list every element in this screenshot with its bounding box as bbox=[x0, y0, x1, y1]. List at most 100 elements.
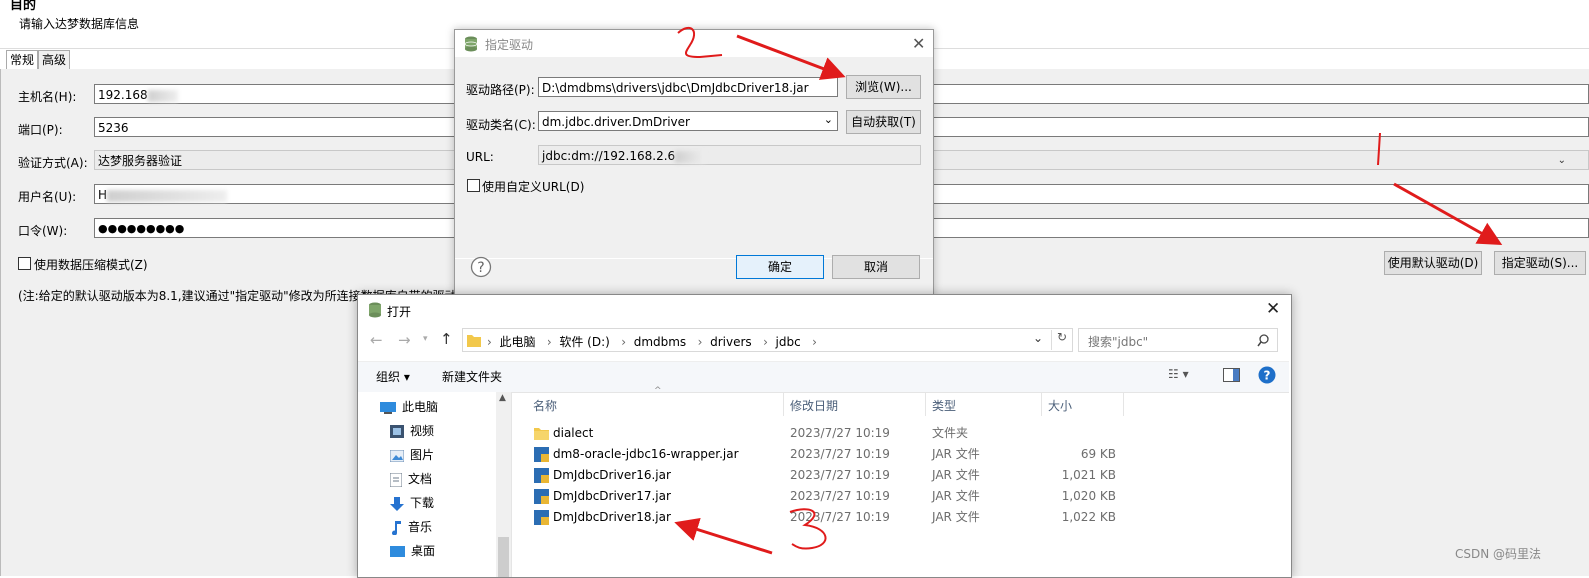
tree-item-videos[interactable]: 视频 bbox=[390, 419, 434, 443]
chevron-down-icon[interactable]: ⌄ bbox=[1033, 331, 1043, 345]
file-size: 1,021 KB bbox=[1061, 468, 1116, 482]
svg-text:?: ? bbox=[1264, 369, 1271, 383]
column-date[interactable]: 修改日期 bbox=[790, 397, 838, 414]
tree-item-music[interactable]: 音乐 bbox=[390, 515, 432, 539]
column-name[interactable]: 名称 bbox=[533, 397, 557, 414]
new-folder-button[interactable]: 新建文件夹 bbox=[442, 368, 502, 385]
file-date: 2023/7/27 10:19 bbox=[790, 510, 890, 524]
url-value: jdbc:dm://192.168.2.6 bbox=[542, 149, 676, 163]
specify-driver-dialog: 指定驱动 ✕ 驱动路径(P): D:\dmdbms\drivers\jdbc\D… bbox=[454, 29, 934, 299]
breadcrumb-item[interactable]: 软件 (D:) bbox=[559, 335, 609, 349]
auth-value: 达梦服务器验证 bbox=[98, 154, 183, 168]
file-type: JAR 文件 bbox=[932, 510, 980, 524]
tree-label: 图片 bbox=[410, 448, 435, 462]
close-icon[interactable]: ✕ bbox=[912, 34, 925, 53]
password-label: 口令(W): bbox=[18, 224, 68, 238]
compress-checkbox[interactable] bbox=[18, 257, 31, 270]
file-row[interactable]: DmJdbcDriver18.jar 2023/7/27 10:19 JAR 文… bbox=[528, 507, 1128, 528]
breadcrumb-item[interactable]: jdbc bbox=[776, 335, 801, 349]
tree-item-desktop[interactable]: 桌面 bbox=[390, 539, 435, 563]
organize-button[interactable]: 组织 ▾ bbox=[376, 368, 410, 385]
pane-divider bbox=[511, 392, 512, 577]
dialog-title: 打开 bbox=[387, 305, 412, 319]
computer-icon bbox=[380, 401, 396, 414]
redacted-mask bbox=[675, 150, 706, 163]
tree-item-this-pc[interactable]: 此电脑 bbox=[380, 395, 438, 419]
file-name: dialect bbox=[553, 426, 594, 440]
driver-path-input[interactable]: D:\dmdbms\drivers\jdbc\DmJdbcDriver18.ja… bbox=[538, 77, 838, 97]
auth-label: 验证方式(A): bbox=[18, 156, 88, 170]
file-date: 2023/7/27 10:19 bbox=[790, 426, 890, 440]
download-icon bbox=[390, 496, 404, 511]
file-type: JAR 文件 bbox=[932, 489, 980, 503]
driver-path-label: 驱动路径(P): bbox=[466, 83, 535, 97]
file-type: 文件夹 bbox=[932, 426, 969, 440]
close-icon[interactable]: ✕ bbox=[1266, 299, 1280, 319]
tree-item-downloads[interactable]: 下载 bbox=[390, 491, 434, 515]
column-size[interactable]: 大小 bbox=[1048, 397, 1072, 414]
file-size: 69 KB bbox=[1080, 447, 1116, 461]
tree-item-documents[interactable]: 文档 bbox=[390, 467, 432, 491]
chevron-down-icon[interactable]: ⌄ bbox=[1558, 151, 1566, 171]
host-value: 192.168 bbox=[98, 88, 148, 102]
compress-label: 使用数据压缩模式(Z) bbox=[34, 258, 148, 272]
forward-icon[interactable]: → bbox=[398, 331, 411, 349]
column-divider[interactable] bbox=[783, 392, 784, 416]
redacted-mask bbox=[107, 189, 228, 202]
tree-scrollbar[interactable]: ▲ bbox=[496, 392, 511, 577]
documents-icon bbox=[390, 472, 402, 487]
column-divider[interactable] bbox=[925, 392, 926, 416]
tree-item-pictures[interactable]: 图片 bbox=[390, 443, 434, 467]
url-input[interactable]: jdbc:dm://192.168.2.6 bbox=[538, 145, 921, 165]
back-icon[interactable]: ← bbox=[370, 331, 383, 349]
dialog-title: 指定驱动 bbox=[485, 38, 534, 52]
file-date: 2023/7/27 10:19 bbox=[790, 447, 890, 461]
file-row[interactable]: DmJdbcDriver17.jar 2023/7/27 10:19 JAR 文… bbox=[528, 486, 1128, 507]
view-options-icon[interactable]: ☷ ▾ bbox=[1168, 367, 1189, 381]
tree-label: 桌面 bbox=[411, 544, 436, 558]
breadcrumb-item[interactable]: dmdbms bbox=[634, 335, 686, 349]
database-icon bbox=[464, 36, 478, 52]
file-date: 2023/7/27 10:19 bbox=[790, 468, 890, 482]
scroll-thumb[interactable] bbox=[498, 537, 509, 577]
driver-class-select[interactable]: dm.jdbc.driver.DmDriver ⌄ bbox=[538, 111, 838, 131]
custom-url-checkbox[interactable] bbox=[467, 179, 480, 192]
preview-pane-icon[interactable] bbox=[1223, 368, 1240, 382]
column-divider[interactable] bbox=[1123, 392, 1124, 416]
column-divider[interactable] bbox=[1041, 392, 1042, 416]
default-driver-button[interactable]: 使用默认驱动(D) bbox=[1384, 251, 1482, 275]
search-input[interactable]: 搜索"jdbc" bbox=[1078, 328, 1278, 352]
auto-detect-button[interactable]: 自动获取(T) bbox=[846, 110, 921, 134]
file-row[interactable]: dialect 2023/7/27 10:19 文件夹 bbox=[528, 423, 1128, 444]
cancel-button[interactable]: 取消 bbox=[832, 255, 920, 279]
desktop-icon bbox=[390, 546, 405, 557]
file-row[interactable]: DmJdbcDriver16.jar 2023/7/27 10:19 JAR 文… bbox=[528, 465, 1128, 486]
file-name: dm8-oracle-jdbc16-wrapper.jar bbox=[553, 447, 739, 461]
browse-button[interactable]: 浏览(W)... bbox=[846, 75, 921, 99]
custom-url-label: 使用自定义URL(D) bbox=[482, 180, 585, 194]
music-icon bbox=[392, 520, 401, 535]
tab-advanced[interactable]: 高级 bbox=[38, 50, 71, 69]
address-bar[interactable]: › 此电脑 › 软件 (D:) › dmdbms › drivers › jdb… bbox=[462, 328, 1073, 352]
help-icon[interactable]: ? bbox=[1258, 366, 1276, 384]
user-label: 用户名(U): bbox=[18, 190, 77, 204]
chevron-down-icon[interactable]: ⌄ bbox=[824, 110, 833, 130]
breadcrumb-item[interactable]: 此电脑 bbox=[499, 335, 535, 349]
breadcrumb-item[interactable]: drivers bbox=[710, 335, 752, 349]
refresh-icon[interactable]: ↻ bbox=[1051, 330, 1072, 350]
file-type: JAR 文件 bbox=[932, 447, 980, 461]
help-icon[interactable]: ? bbox=[470, 256, 492, 278]
specify-driver-button[interactable]: 指定驱动(S)... bbox=[1494, 251, 1586, 275]
file-row[interactable]: dm8-oracle-jdbc16-wrapper.jar 2023/7/27 … bbox=[528, 444, 1128, 465]
user-value: H bbox=[98, 188, 108, 202]
driver-class-value: dm.jdbc.driver.DmDriver bbox=[542, 115, 690, 129]
database-icon bbox=[369, 302, 381, 318]
sort-indicator-icon: ^ bbox=[654, 386, 662, 396]
scroll-up-icon[interactable]: ▲ bbox=[499, 393, 506, 403]
video-icon bbox=[390, 425, 404, 438]
ok-button[interactable]: 确定 bbox=[736, 255, 824, 279]
column-type[interactable]: 类型 bbox=[932, 397, 956, 414]
tab-general[interactable]: 常规 bbox=[6, 50, 39, 69]
recent-dropdown-icon[interactable]: ▾ bbox=[423, 334, 428, 344]
up-arrow-icon[interactable]: ↑ bbox=[440, 330, 453, 348]
